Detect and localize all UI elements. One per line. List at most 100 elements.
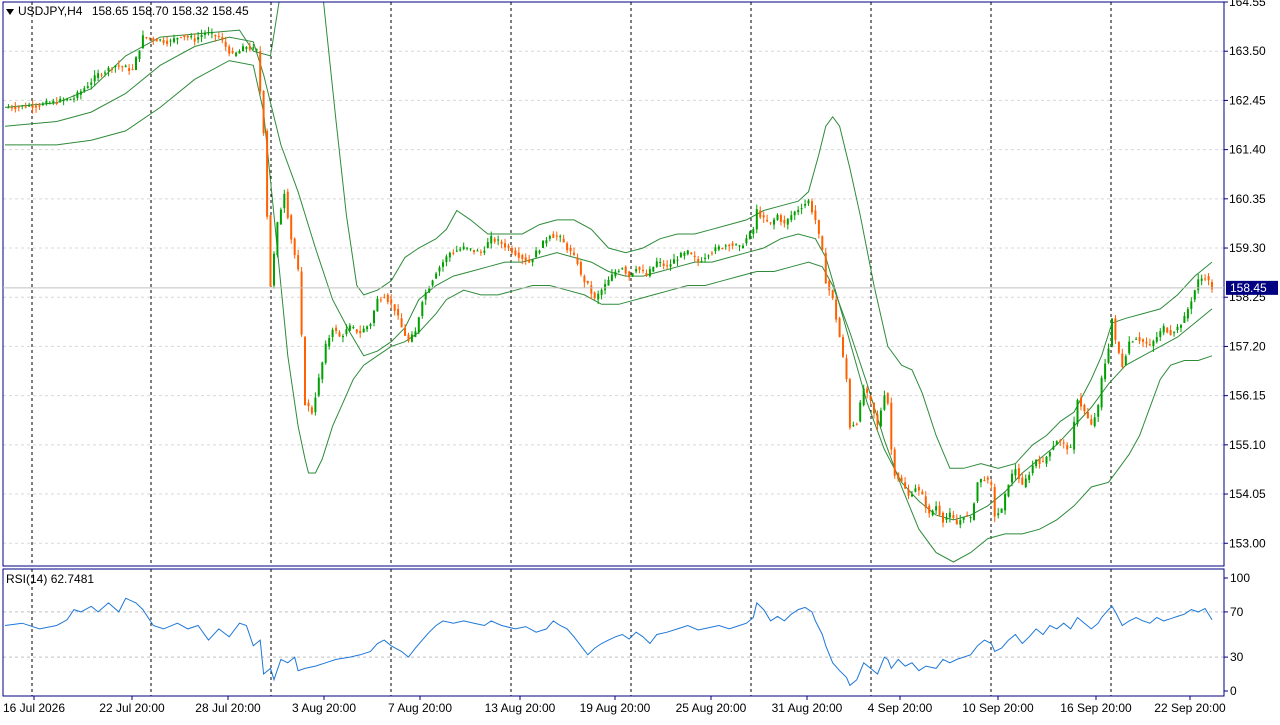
candle-bull	[455, 250, 458, 252]
candle-bear	[762, 215, 765, 218]
candle-bear	[186, 36, 189, 38]
time-tick-label: 22 Jul 20:00	[99, 701, 165, 715]
candle-bear	[1166, 327, 1169, 333]
candle-bull	[724, 245, 727, 247]
candle-bear	[869, 395, 872, 401]
rsi-tick-label: 30	[1230, 650, 1244, 664]
candle-bear	[917, 487, 920, 491]
candle-bear	[383, 297, 386, 299]
candle-bull	[800, 208, 803, 210]
time-tick-label: 31 Aug 20:00	[772, 701, 843, 715]
candle-bull	[135, 57, 137, 70]
candle-bull	[738, 245, 741, 247]
candle-bull	[717, 246, 720, 250]
candle-bull	[1024, 478, 1027, 487]
candle-bull	[1124, 356, 1127, 366]
candle-bull	[459, 249, 462, 251]
candle-bull	[1104, 363, 1107, 380]
candle-bull	[1197, 279, 1200, 291]
collapse-triangle-icon[interactable]	[6, 8, 14, 15]
candle-bull	[255, 49, 258, 51]
candle-bull	[52, 100, 55, 103]
candle-bull	[235, 52, 238, 56]
candle-bear	[1083, 405, 1086, 412]
candle-bull	[600, 289, 603, 295]
candle-bear	[690, 252, 693, 255]
candle-bull	[1173, 332, 1176, 334]
candle-bull	[648, 269, 651, 277]
bollinger-upper	[4, 2, 1213, 469]
candle-bull	[417, 317, 420, 333]
candle-bear	[759, 210, 762, 218]
candle-bull	[652, 266, 655, 272]
candle-bull	[635, 269, 638, 272]
candle-bull	[793, 211, 796, 216]
time-tick-label: 19 Aug 20:00	[580, 701, 651, 715]
candle-bull	[862, 388, 865, 405]
candle-bull	[28, 105, 31, 107]
candle-bull	[76, 92, 79, 99]
candle-bear	[1090, 419, 1093, 425]
chart-header: USDJPY,H4 158.65 158.70 158.32 158.45	[6, 4, 249, 18]
candle-bear	[783, 219, 786, 224]
candle-bear	[379, 299, 382, 301]
candle-bear	[642, 269, 644, 272]
candle-bear	[1117, 341, 1120, 353]
candle-bull	[462, 246, 465, 250]
candle-bear	[1138, 337, 1141, 342]
candle-bear	[307, 402, 310, 407]
time-tick-label: 3 Aug 20:00	[292, 701, 356, 715]
price-tick-label: 153.00	[1229, 536, 1266, 550]
candle-bear	[811, 201, 813, 213]
candle-bull	[245, 47, 248, 49]
candle-bear	[304, 337, 306, 405]
candle-bull	[242, 46, 244, 52]
candle-bear	[248, 46, 251, 50]
candle-bull	[324, 343, 327, 363]
candle-bear	[1169, 330, 1172, 335]
candle-bear	[100, 74, 103, 76]
candle-bull	[538, 250, 541, 253]
candle-bear	[231, 51, 234, 54]
candle-bear	[145, 37, 148, 39]
candle-bear	[838, 318, 841, 338]
candle-bear	[293, 238, 296, 256]
candle-bear	[521, 255, 524, 259]
candle-bull	[673, 259, 675, 264]
candle-bear	[335, 327, 338, 331]
candle-bear	[514, 250, 517, 255]
candle-bear	[1066, 444, 1069, 450]
candle-bull	[73, 98, 75, 100]
candle-bull	[1073, 421, 1076, 450]
candle-bull	[631, 273, 634, 277]
candle-bull	[545, 240, 548, 244]
candle-bull	[542, 240, 544, 248]
candle-bear	[183, 34, 186, 38]
candle-bull	[410, 334, 413, 342]
candle-bear	[1017, 468, 1020, 479]
candle-bear	[148, 37, 151, 39]
candle-bull	[714, 247, 717, 252]
candle-bull	[448, 252, 451, 258]
candle-bear	[907, 489, 910, 496]
candle-bull	[141, 35, 144, 49]
candle-bull	[790, 215, 793, 220]
candle-bull	[1011, 473, 1013, 483]
time-tick-label: 13 Aug 20:00	[485, 701, 556, 715]
candle-bull	[1000, 508, 1003, 513]
candle-bull	[283, 193, 286, 209]
candle-bear	[831, 290, 834, 299]
candle-bear	[38, 105, 41, 107]
price-tick-label: 162.45	[1229, 93, 1266, 107]
candle-bear	[904, 482, 907, 489]
candle-bull	[776, 214, 779, 220]
candle-bear	[1148, 344, 1151, 346]
candle-bull	[69, 99, 72, 100]
candle-bull	[669, 264, 672, 267]
candle-bull	[1076, 400, 1079, 424]
candle-bear	[928, 505, 931, 514]
rsi-indicator	[4, 597, 1213, 687]
candle-bull	[424, 292, 427, 300]
candle-bull	[176, 37, 179, 40]
candle-bull	[7, 107, 10, 109]
